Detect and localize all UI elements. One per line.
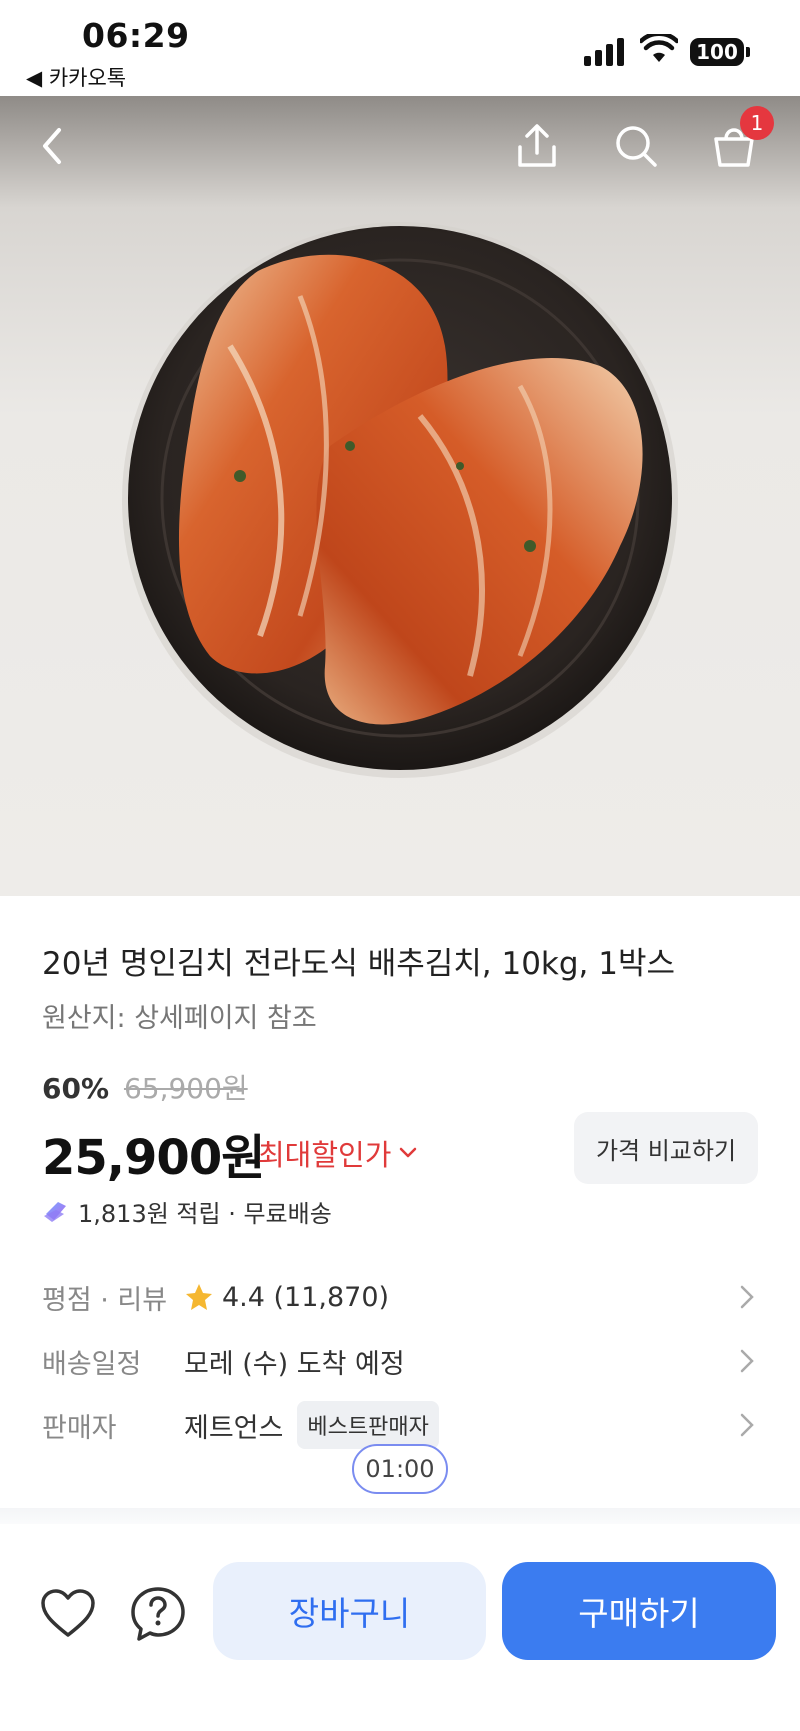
wifi-icon [640,34,678,62]
chevron-down-icon [400,1147,417,1158]
wishlist-button[interactable] [38,1584,98,1644]
discount-rate: 60% [42,1072,110,1105]
max-discount-label: 최대할인가 [258,1138,392,1172]
share-button[interactable] [507,116,567,176]
chevron-right-icon [740,1413,754,1437]
seller-name: 제트언스 [184,1412,284,1444]
points-icon [44,1201,66,1222]
search-icon [616,126,657,167]
rating-label: 평점 · 리뷰 [42,1284,168,1316]
cellular-signal-icon [584,36,626,66]
original-price: 65,900원 [123,1072,248,1105]
seller-row[interactable]: 판매자 제트언스 베스트판매자 [42,1400,758,1450]
kimchi-product-photo [122,222,678,778]
search-button[interactable] [606,116,666,176]
heart-icon [41,1589,95,1637]
buy-now-button[interactable]: 구매하기 [502,1562,776,1660]
max-discount-dropdown[interactable]: 최대할인가 [258,1132,417,1174]
rating-review-row[interactable]: 평점 · 리뷰 4.4 (11,870) [42,1272,758,1322]
sale-price: 25,900원 [42,1130,265,1186]
back-icon [43,128,61,164]
chevron-right-icon [740,1285,754,1309]
status-bar: 06:29 ◀ 카카오톡 100 [0,0,800,96]
add-to-cart-button[interactable]: 장바구니 [213,1562,486,1660]
back-button[interactable] [22,116,82,176]
best-seller-badge: 베스트판매자 [297,1401,439,1449]
battery-tip [746,47,750,57]
question-bubble-icon [131,1587,185,1641]
delivery-schedule-row[interactable]: 배송일정 모레 (수) 도착 예정 [42,1336,758,1386]
product-title: 20년 명인김치 전라도식 배추김치, 10kg, 1박스 [42,946,676,982]
points-and-shipping: 1,813원 적립 · 무료배송 [42,1194,332,1229]
price-compare-button[interactable]: 가격 비교하기 [574,1112,758,1184]
battery-indicator: 100 [690,38,744,66]
rating-value-group: 4.4 (11,870) [184,1282,389,1313]
chevron-right-icon [740,1349,754,1373]
back-to-app-link[interactable]: ◀ 카카오톡 [26,62,126,92]
section-divider [0,1508,800,1524]
star-icon [186,1284,212,1310]
points-text: 1,813원 적립 · 무료배송 [78,1200,332,1228]
product-inquiry-button[interactable] [128,1584,188,1644]
seller-value-group: 제트언스 베스트판매자 [184,1401,439,1449]
share-icon [518,124,556,167]
delivery-value: 모레 (수) 도착 예정 [184,1348,405,1380]
countdown-timer: 01:00 [352,1444,448,1494]
product-origin: 원산지: 상세페이지 참조 [42,1003,317,1034]
cart-count-badge: 1 [740,106,774,140]
discount-line: 60% 65,900원 [42,1067,248,1107]
product-image-gallery[interactable]: 1 | 2 [0,96,800,896]
bottom-action-bar: 장바구니 구매하기 [0,1524,800,1731]
delivery-label: 배송일정 [42,1348,142,1380]
status-time: 06:29 [82,16,190,55]
rating-value: 4.4 (11,870) [222,1281,390,1313]
seller-label: 판매자 [42,1412,117,1444]
